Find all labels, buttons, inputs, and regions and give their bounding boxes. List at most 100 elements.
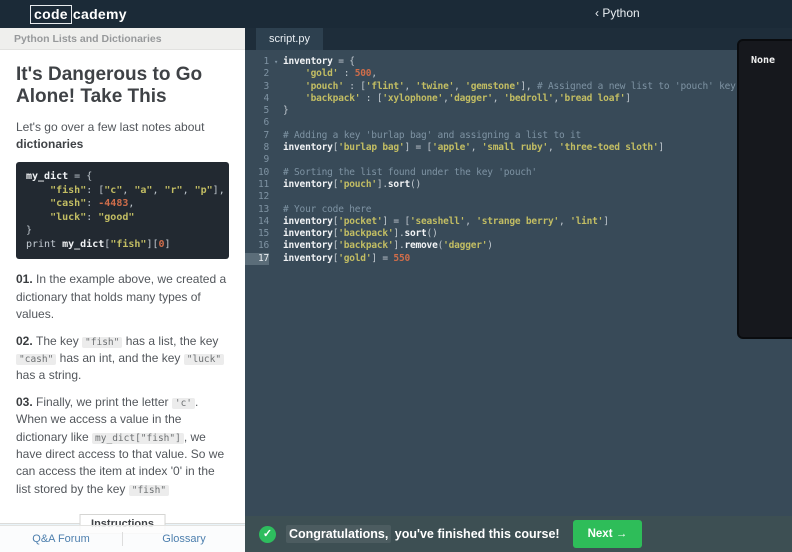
lesson-content: It's Dangerous to Go Alone! Take This Le… — [0, 50, 245, 507]
code-text: inventory['gold'] = 550 — [283, 252, 410, 264]
glossary-link[interactable]: Glossary — [123, 533, 245, 545]
qa-forum-link[interactable]: Q&A Forum — [0, 533, 122, 545]
code-line: 3 'pouch' : ['flint', 'twine', 'gemstone… — [245, 81, 792, 93]
code-text: my_dict = { — [26, 171, 93, 183]
line-number: 13 — [257, 203, 269, 215]
code-line: "cash": -4483, — [26, 197, 219, 211]
glossary-term: dictionaries — [16, 136, 84, 151]
code-line: 16 inventory['backpack'].remove('dagger') — [245, 240, 792, 252]
note-number: 03. — [16, 394, 37, 409]
inline-code-chip: "luck" — [183, 353, 225, 365]
note-item: 03. Finally, we print the letter 'c'. Wh… — [16, 394, 225, 496]
line-number: 6 — [263, 117, 269, 129]
note-item: 02. The key "fish" has a list, the key "… — [16, 333, 229, 385]
line-number: 1 — [263, 56, 269, 67]
status-message-rest: you've finished this course! — [391, 527, 560, 541]
inline-code-chip: "fish" — [82, 336, 123, 348]
line-number: 16 — [257, 240, 269, 252]
code-text: "luck": "good" — [50, 211, 135, 223]
editor-tab-bar: script.py — [245, 28, 792, 50]
logo-cademy-text: cademy — [72, 6, 127, 22]
code-line: 7 # Adding a key 'burlap bag' and assigni… — [245, 130, 792, 142]
tab-script-py[interactable]: script.py — [256, 28, 323, 50]
line-number: 12 — [257, 191, 269, 203]
note-number: 01. — [16, 272, 37, 287]
code-text: print my_dict["fish"][0] — [26, 238, 171, 250]
note-item: 01. In the example above, we created a d… — [16, 272, 227, 322]
code-text: inventory['pouch'].sort() — [283, 178, 422, 190]
logo-code-box: code — [30, 4, 72, 24]
line-number: 3 — [263, 80, 269, 92]
code-line: 5} — [245, 105, 792, 117]
inline-code-chip: 'c' — [171, 397, 196, 409]
code-text: 'gold' : 500, — [305, 68, 377, 80]
code-text: # Your code here — [283, 203, 372, 215]
console-panel: None — [737, 39, 792, 339]
line-number: 15 — [257, 228, 269, 240]
course-back-link[interactable]: ‹ Python — [595, 6, 640, 20]
code-text: inventory['backpack'].remove('dagger') — [283, 240, 493, 252]
code-text: "cash": -4483, — [50, 198, 135, 210]
top-header: code cademy ‹ Python — [0, 0, 792, 28]
next-button[interactable]: Next → — [572, 520, 643, 548]
code-line: 10 # Sorting the list found under the key… — [245, 167, 792, 179]
code-line: } — [26, 224, 219, 238]
console-output: None — [751, 55, 776, 66]
code-text: 'backpack' : ['xylophone','dagger', 'bed… — [305, 92, 631, 104]
code-line: "fish": ["c", "a", "r", "p"], — [26, 184, 225, 198]
line-number: 5 — [263, 105, 269, 117]
code-line: 13 # Your code here — [245, 204, 792, 216]
line-number: 8 — [263, 142, 269, 154]
lesson-sidebar: Python Lists and Dictionaries It's Dange… — [0, 28, 245, 552]
breadcrumb: Python Lists and Dictionaries — [0, 28, 245, 50]
code-line: 1 ▾ inventory = { — [245, 56, 792, 68]
code-line: 6 — [245, 117, 792, 129]
status-bar: ✓ Congratulations, you've finished this … — [245, 516, 792, 552]
inline-code-chip: "fish" — [128, 484, 170, 496]
sidebar-footer: Q&A Forum Glossary — [0, 525, 245, 552]
code-line: 11 inventory['pouch'].sort() — [245, 179, 792, 191]
lesson-title: It's Dangerous to Go Alone! Take This — [16, 64, 203, 108]
code-text: } — [283, 105, 289, 117]
code-line: 9 — [245, 154, 792, 166]
line-number: 9 — [263, 154, 269, 166]
code-text: inventory['pocket'] = ['seashell', 'stra… — [283, 215, 609, 227]
line-number: 7 — [263, 129, 269, 141]
line-number: 10 — [257, 166, 269, 178]
lesson-intro: Let's go over a few last notes about dic… — [16, 119, 229, 153]
line-number: 2 — [263, 68, 269, 80]
code-line: 14 inventory['pocket'] = ['seashell', 'st… — [245, 216, 792, 228]
code-text: } — [26, 225, 33, 237]
code-text: inventory['burlap bag'] = ['apple', 'sma… — [283, 142, 664, 154]
code-line: "luck": "good" — [26, 211, 219, 225]
code-line: 17 inventory['gold'] = 550 — [245, 252, 792, 266]
code-text: # Adding a key 'burlap bag' and assignin… — [283, 129, 582, 141]
code-line: my_dict = { — [26, 170, 219, 184]
code-line: 2 'gold' : 500, — [245, 68, 792, 80]
inline-code-chip: "cash" — [16, 353, 57, 365]
fold-caret-icon[interactable]: ▾ — [269, 56, 283, 68]
intro-text: Let's go over a few last notes about — [16, 119, 205, 134]
code-line: print my_dict["fish"][0] — [26, 238, 219, 252]
example-code-block: my_dict = { "fish": ["c", "a", "r", "p"]… — [16, 162, 229, 260]
code-line: 8 inventory['burlap bag'] = ['apple', 'sm… — [245, 142, 792, 154]
code-text: "fish": ["c", "a", "r", "p"], — [50, 184, 225, 196]
status-message: Congratulations, you've finished this co… — [286, 525, 560, 543]
code-editor[interactable]: 1 ▾ inventory = {2 'gold' : 500, 3 'pouch' … — [245, 50, 792, 516]
codecademy-logo[interactable]: code cademy — [30, 4, 127, 24]
lesson-notes: 01. In the example above, we created a d… — [16, 271, 229, 498]
note-number: 02. — [16, 333, 37, 348]
